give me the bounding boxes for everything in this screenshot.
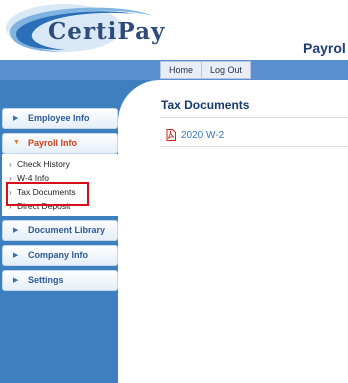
sidebar-item-payroll-info[interactable]: ▼ Payroll Info	[2, 133, 118, 154]
home-button[interactable]: Home	[160, 61, 203, 79]
chevron-right-icon: ▶	[13, 277, 19, 284]
logout-button[interactable]: Log Out	[202, 61, 252, 79]
document-link[interactable]: 2020 W-2	[166, 128, 224, 142]
top-navigation: Home Log Out	[160, 61, 252, 79]
chevron-right-icon: ▶	[13, 115, 19, 122]
divider	[160, 117, 348, 118]
document-label: 2020 W-2	[181, 129, 225, 141]
chevron-right-icon: ▶	[13, 252, 19, 259]
logo-text: CertiPay	[48, 18, 166, 45]
sidebar-item-settings[interactable]: ▶ Settings	[2, 270, 118, 291]
submenu-item-label: Check History	[17, 159, 70, 169]
page-heading: Payrol	[303, 40, 346, 56]
submenu-item-check-history[interactable]: › Check History	[2, 157, 118, 171]
chevron-down-icon: ▼	[13, 139, 20, 146]
header: CertiPay Payrol	[0, 0, 348, 60]
chevron-right-icon: ▶	[13, 227, 19, 234]
sidebar-item-label: Employee Info	[28, 113, 90, 123]
sidebar-item-document-library[interactable]: ▶ Document Library	[2, 220, 118, 241]
pdf-icon	[166, 129, 176, 141]
sidebar-item-label: Payroll Info	[28, 138, 78, 148]
sidebar-item-label: Settings	[28, 275, 64, 285]
highlight-box	[6, 182, 89, 206]
content-panel	[118, 80, 348, 383]
sidebar-item-label: Company Info	[28, 250, 88, 260]
page-title: Tax Documents	[161, 98, 250, 112]
sidebar-item-company-info[interactable]: ▶ Company Info	[2, 245, 118, 266]
caret-right-icon: ›	[9, 160, 12, 169]
divider	[160, 146, 348, 147]
sidebar-item-label: Document Library	[28, 225, 106, 235]
sidebar-item-employee-info[interactable]: ▶ Employee Info	[2, 108, 118, 129]
